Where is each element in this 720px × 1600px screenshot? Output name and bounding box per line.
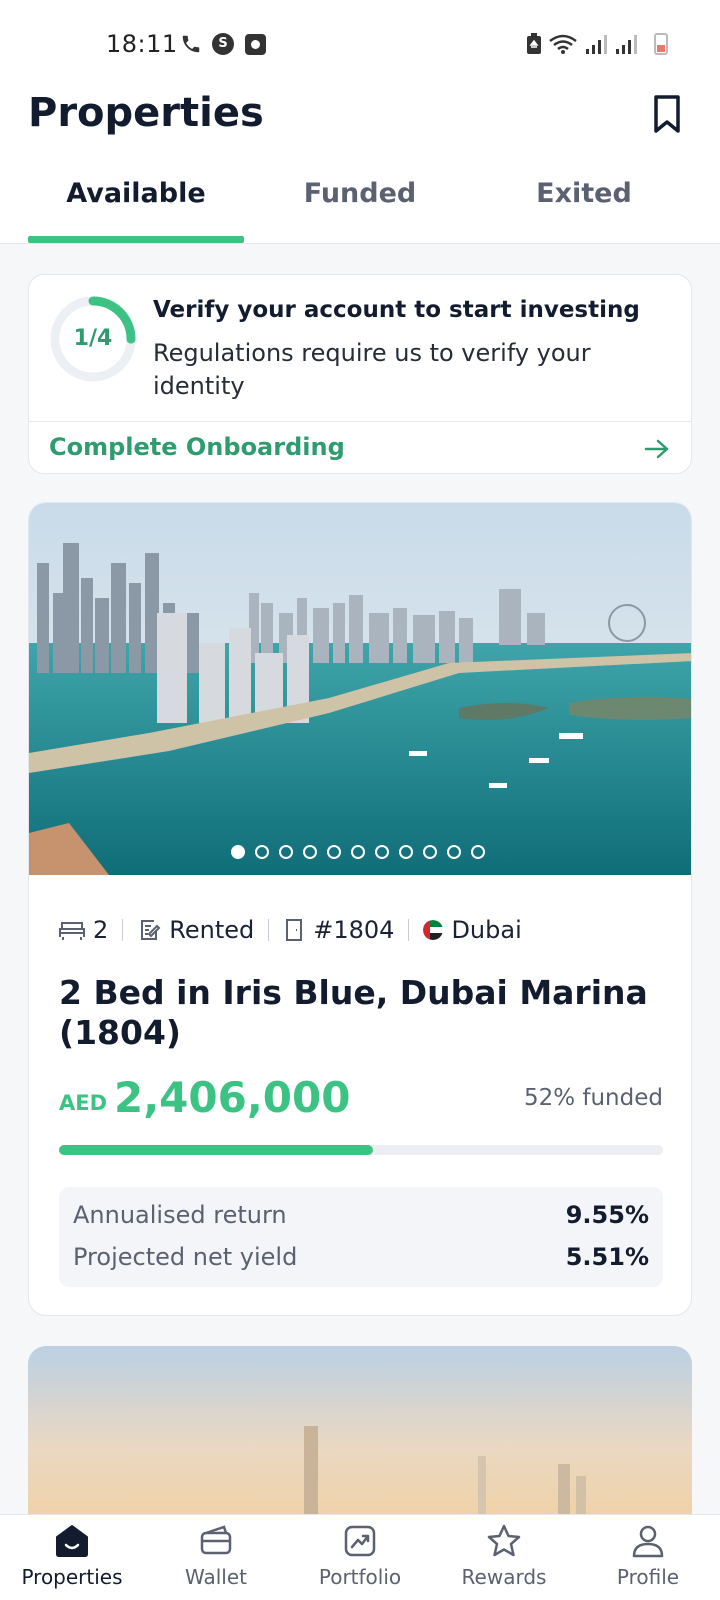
- carousel-dot[interactable]: [303, 845, 317, 859]
- meta-separator: [408, 919, 410, 941]
- carousel-dot[interactable]: [255, 845, 269, 859]
- contract-icon: [141, 920, 161, 940]
- signal-icon-1: [586, 35, 607, 54]
- bottom-navigation: Properties Wallet Portfolio Rewards Prof…: [0, 1514, 720, 1600]
- meta-separator: [122, 919, 124, 941]
- beds-count: 2: [93, 916, 109, 944]
- beds-meta: 2: [59, 916, 108, 944]
- active-tab-indicator: [28, 236, 244, 243]
- property-title[interactable]: 2 Bed in Iris Blue, Dubai Marina (1804): [59, 973, 659, 1053]
- rental-status: Rented: [169, 916, 255, 944]
- tab-bar: Available Funded Exited: [0, 164, 720, 244]
- status-bar: 18:11 S: [0, 0, 720, 80]
- property-card[interactable]: 2 Rented #1804 Dubai 2 Bed in Iris Blue,…: [28, 502, 692, 1316]
- verify-description: Regulations require us to verify your id…: [153, 339, 591, 400]
- carousel-dot[interactable]: [471, 845, 485, 859]
- net-yield-label: Projected net yield: [73, 1243, 298, 1271]
- person-icon: [632, 1525, 664, 1558]
- complete-onboarding-link[interactable]: Complete Onboarding: [49, 433, 345, 461]
- bed-icon: [59, 922, 85, 940]
- app-header: Properties Available Funded Exited: [0, 80, 720, 244]
- battery-icon: [654, 33, 668, 55]
- net-yield-value: 5.51%: [565, 1243, 649, 1271]
- system-indicators: [526, 33, 670, 55]
- funding-progress-bar: [59, 1145, 663, 1155]
- onboarding-progress-text: 1/4: [73, 326, 113, 351]
- next-property-photo[interactable]: [28, 1346, 692, 1516]
- property-price: 2,406,000: [114, 1073, 351, 1122]
- home-icon: [56, 1525, 88, 1557]
- location-meta: Dubai: [423, 916, 522, 944]
- unit-number: #1804: [313, 916, 395, 944]
- verify-title: Verify your account to start investing: [153, 297, 640, 323]
- wallet-icon: [200, 1525, 232, 1555]
- divider: [29, 421, 691, 422]
- page-title: Properties: [28, 90, 264, 136]
- uae-flag-icon: [423, 920, 444, 940]
- nav-label: Wallet: [184, 1565, 247, 1589]
- s-app-icon: S: [212, 33, 234, 55]
- star-icon: [487, 1524, 521, 1557]
- portfolio-chart-icon: [344, 1525, 376, 1557]
- nav-portfolio[interactable]: Portfolio: [288, 1515, 432, 1600]
- carousel-dot[interactable]: [399, 845, 413, 859]
- meta-separator: [268, 919, 270, 941]
- nav-rewards[interactable]: Rewards: [432, 1515, 576, 1600]
- status-meta: Rented: [137, 916, 254, 944]
- status-time: 18:11: [106, 30, 178, 58]
- nav-label: Portfolio: [318, 1565, 402, 1589]
- annualised-return-value: 9.55%: [565, 1201, 649, 1229]
- bookmark-icon[interactable]: [650, 94, 684, 134]
- location-name: Dubai: [451, 916, 522, 944]
- nav-label: Properties: [21, 1565, 123, 1589]
- door-icon: [286, 919, 303, 941]
- nav-profile[interactable]: Profile: [576, 1515, 720, 1600]
- annualised-return-label: Annualised return: [73, 1201, 287, 1229]
- signal-icon-2: [616, 35, 637, 54]
- wifi-icon: [549, 34, 577, 54]
- carousel-dot[interactable]: [423, 845, 437, 859]
- carousel-dot[interactable]: [231, 845, 245, 859]
- carousel-dot[interactable]: [327, 845, 341, 859]
- camera-app-icon: [245, 34, 266, 55]
- unit-meta: #1804: [283, 916, 394, 944]
- battery-saver-icon: [527, 33, 541, 54]
- carousel-dot[interactable]: [351, 845, 365, 859]
- nav-properties[interactable]: Properties: [0, 1515, 144, 1600]
- verify-account-card[interactable]: 1/4 Verify your account to start investi…: [28, 274, 692, 474]
- price-currency: AED: [59, 1091, 108, 1115]
- tab-available[interactable]: Available: [28, 164, 244, 244]
- image-carousel-dots[interactable]: [231, 845, 485, 859]
- tab-exited[interactable]: Exited: [476, 164, 692, 244]
- nav-label: Rewards: [461, 1565, 547, 1589]
- carousel-dot[interactable]: [375, 845, 389, 859]
- funding-progress-fill: [59, 1145, 374, 1155]
- nav-label: Profile: [616, 1565, 680, 1589]
- tab-funded[interactable]: Funded: [252, 164, 468, 244]
- nav-wallet[interactable]: Wallet: [144, 1515, 288, 1600]
- property-meta-row: 2 Rented #1804 Dubai: [59, 915, 522, 945]
- arrow-right-icon[interactable]: [643, 437, 671, 461]
- phone-icon: [182, 35, 200, 53]
- carousel-dot[interactable]: [447, 845, 461, 859]
- carousel-dot[interactable]: [279, 845, 293, 859]
- property-photo[interactable]: [29, 503, 692, 875]
- funded-percent-text: 52% funded: [523, 1085, 663, 1111]
- returns-box: Annualised return 9.55% Projected net yi…: [59, 1187, 663, 1287]
